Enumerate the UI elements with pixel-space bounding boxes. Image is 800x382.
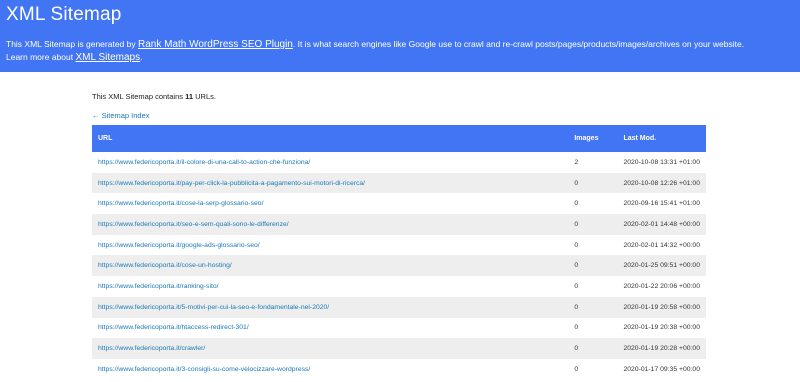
last-mod-cell: 2020-01-25 09:51 +00:00 xyxy=(623,262,700,270)
column-header-images[interactable]: Images xyxy=(568,125,617,152)
url-cell: https://www.federicoporta.it/5-motivi-pe… xyxy=(92,297,568,318)
url-cell: https://www.federicoporta.it/cose-la-ser… xyxy=(92,193,568,214)
url-cell: https://www.federicoporta.it/crawler/ xyxy=(92,338,568,359)
column-header-url[interactable]: URL xyxy=(92,125,568,152)
images-cell: 0 xyxy=(574,282,579,290)
table-row: https://www.federicoporta.it/cose-la-ser… xyxy=(92,193,706,214)
table-row: https://www.federicoporta.it/seo-e-sem-q… xyxy=(92,214,706,235)
header-description: This XML Sitemap is generated by Rank Ma… xyxy=(6,38,794,64)
images-cell: 0 xyxy=(574,241,579,249)
learn-suffix: . xyxy=(140,52,143,62)
url-link[interactable]: https://www.federicoporta.it/seo-e-sem-q… xyxy=(98,221,289,228)
last-mod-cell: 2020-10-08 12:26 +01:00 xyxy=(623,179,700,187)
url-cell: https://www.federicoporta.it/cose-un-hos… xyxy=(92,255,568,276)
url-cell: https://www.federicoporta.it/htaccess-re… xyxy=(92,318,568,339)
url-link[interactable]: https://www.federicoporta.it/cose-un-hos… xyxy=(98,262,232,269)
table-header-row: URL Images Last Mod. xyxy=(92,125,706,152)
images-cell: 0 xyxy=(574,324,579,332)
count-prefix: This XML Sitemap contains xyxy=(92,92,186,101)
table-row: https://www.federicoporta.it/htaccess-re… xyxy=(92,318,706,339)
table-row: https://www.federicoporta.it/crawler/0 20… xyxy=(92,338,706,359)
page-header: XML Sitemap This XML Sitemap is generate… xyxy=(0,0,800,72)
sitemap-index-link[interactable]: ← Sitemap Index xyxy=(92,111,706,121)
learn-prefix: Learn more about xyxy=(6,52,76,62)
main-content: This XML Sitemap contains 11 URLs. ← Sit… xyxy=(92,72,706,380)
table-row: https://www.federicoporta.it/3-consigli-… xyxy=(92,359,706,380)
url-link[interactable]: https://www.federicoporta.it/ranking-sit… xyxy=(98,283,219,290)
page-title: XML Sitemap xyxy=(6,4,122,25)
last-mod-cell: 2020-10-08 13:31 +01:00 xyxy=(623,158,700,166)
url-cell: https://www.federicoporta.it/google-ads-… xyxy=(92,235,568,256)
last-mod-cell: 2020-09-16 15:41 +01:00 xyxy=(623,200,700,208)
count-suffix: URLs. xyxy=(193,92,216,101)
url-cell: https://www.federicoporta.it/seo-e-sem-q… xyxy=(92,214,568,235)
images-cell: 0 xyxy=(574,365,579,373)
table-row: https://www.federicoporta.it/ranking-sit… xyxy=(92,276,706,297)
xml-sitemaps-link[interactable]: XML Sitemaps xyxy=(75,52,140,63)
table-row: https://www.federicoporta.it/google-ads-… xyxy=(92,235,706,256)
last-mod-cell: 2020-01-19 20:58 +00:00 xyxy=(623,303,700,311)
table-row: https://www.federicoporta.it/pay-per-cli… xyxy=(92,172,706,194)
table-row: https://www.federicoporta.it/cose-un-hos… xyxy=(92,255,706,277)
images-cell: 2 xyxy=(574,158,579,166)
url-count-text: This XML Sitemap contains 11 URLs. xyxy=(92,92,706,102)
last-mod-cell: 2020-01-19 20:38 +00:00 xyxy=(623,324,700,332)
table-header: URL Images Last Mod. xyxy=(92,125,706,152)
images-cell: 0 xyxy=(574,262,579,270)
url-link[interactable]: https://www.federicoporta.it/cose-la-ser… xyxy=(98,200,263,207)
images-cell: 0 xyxy=(574,200,579,208)
url-link[interactable]: https://www.federicoporta.it/3-consigli-… xyxy=(98,366,310,373)
images-cell: 0 xyxy=(574,303,579,311)
url-link[interactable]: https://www.federicoporta.it/il-colore-d… xyxy=(98,159,310,166)
url-cell: https://www.federicoporta.it/3-consigli-… xyxy=(92,359,568,380)
url-link[interactable]: https://www.federicoporta.it/google-ads-… xyxy=(98,242,260,249)
rank-math-link[interactable]: Rank Math WordPress SEO Plugin xyxy=(138,39,293,50)
url-cell: https://www.federicoporta.it/pay-per-cli… xyxy=(92,173,568,194)
desc-prefix: This XML Sitemap is generated by xyxy=(6,39,138,49)
last-mod-cell: 2020-01-17 09:35 +00:00 xyxy=(623,365,700,373)
url-count: 11 xyxy=(185,92,194,101)
desc-suffix: . It is what search engines like Google … xyxy=(292,39,745,49)
url-link[interactable]: https://www.federicoporta.it/crawler/ xyxy=(98,345,205,352)
table-body: https://www.federicoporta.it/il-colore-d… xyxy=(92,152,706,380)
column-header-last-mod[interactable]: Last Mod. xyxy=(617,125,706,152)
url-cell: https://www.federicoporta.it/il-colore-d… xyxy=(92,152,568,173)
url-link[interactable]: https://www.federicoporta.it/5-motivi-pe… xyxy=(98,304,329,311)
table-row: https://www.federicoporta.it/il-colore-d… xyxy=(92,152,706,173)
last-mod-cell: 2020-02-01 14:48 +00:00 xyxy=(623,220,700,228)
url-link[interactable]: https://www.federicoporta.it/pay-per-cli… xyxy=(98,180,365,187)
last-mod-cell: 2020-01-22 20:06 +00:00 xyxy=(623,282,700,290)
last-mod-cell: 2020-01-19 20:28 +00:00 xyxy=(623,345,700,353)
url-cell: https://www.federicoporta.it/ranking-sit… xyxy=(92,276,568,297)
images-cell: 0 xyxy=(574,220,579,228)
last-mod-cell: 2020-02-01 14:32 +00:00 xyxy=(623,241,700,249)
images-cell: 0 xyxy=(574,345,579,353)
images-cell: 0 xyxy=(574,179,579,187)
sitemap-table: URL Images Last Mod. https://www.federic… xyxy=(92,125,706,380)
url-link[interactable]: https://www.federicoporta.it/htaccess-re… xyxy=(98,324,249,331)
table-row: https://www.federicoporta.it/5-motivi-pe… xyxy=(92,296,706,318)
